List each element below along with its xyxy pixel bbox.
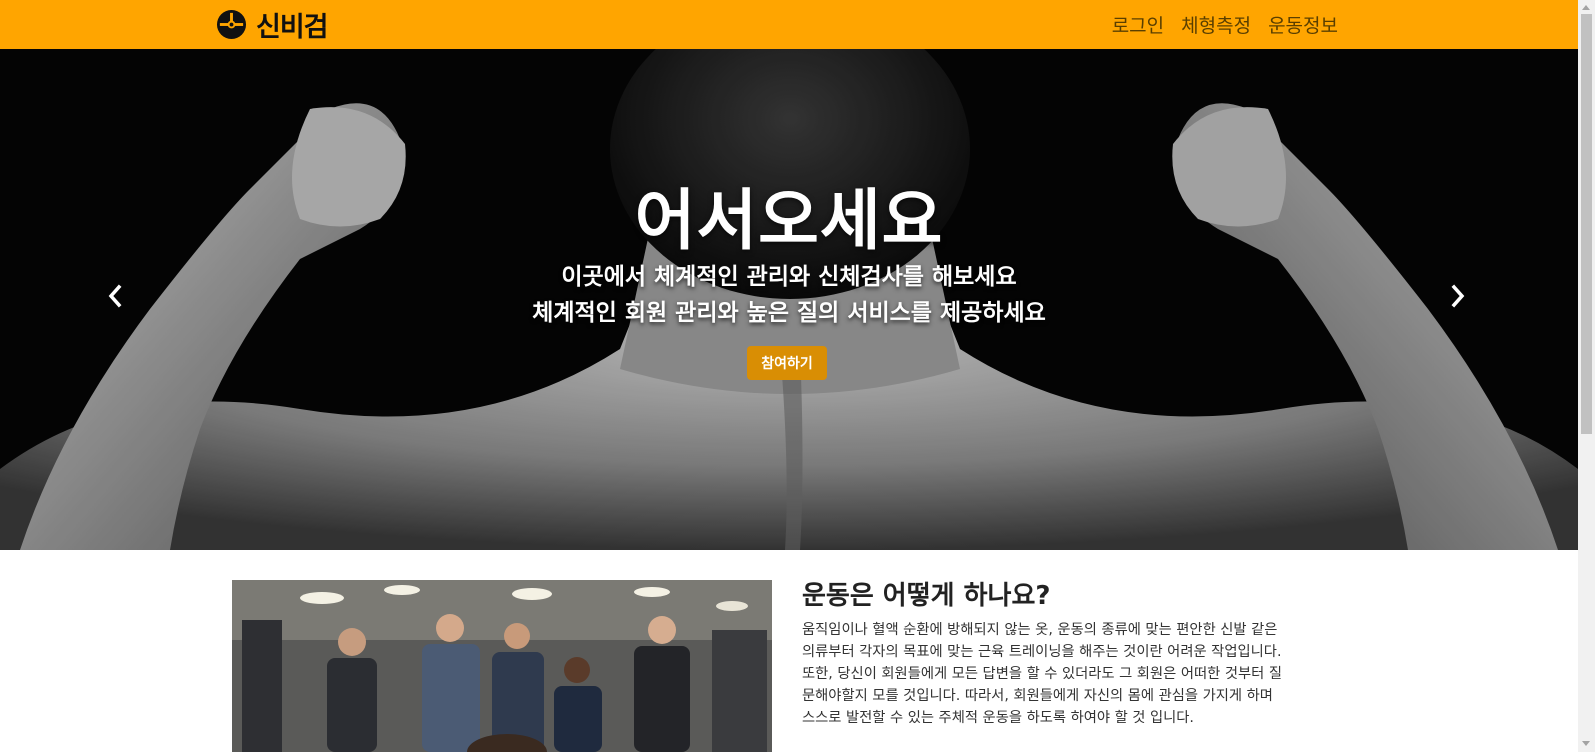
scrollbar-thumb[interactable] bbox=[1581, 14, 1592, 434]
join-button[interactable]: 참여하기 bbox=[747, 346, 827, 380]
paragraph-line: 움직임이나 혈액 순환에 방해되지 않는 옷, 운동의 종류에 맞는 편안한 신… bbox=[802, 622, 1278, 638]
section-title: 운동은 어떻게 하나요? bbox=[802, 581, 1051, 611]
brand-logo-icon bbox=[216, 9, 247, 39]
chevron-right-icon bbox=[1451, 284, 1465, 308]
paragraph-line: 의류부터 각자의 목표에 맞는 근육 트레이닝을 해주는 것이란 어려운 작업입… bbox=[802, 644, 1282, 660]
nav-link-login[interactable]: 로그인 bbox=[1112, 11, 1164, 38]
scroll-up-icon[interactable] bbox=[1582, 5, 1590, 10]
chevron-left-icon bbox=[108, 284, 122, 308]
training-photo bbox=[232, 580, 772, 752]
nav-link-exercise-info[interactable]: 운동정보 bbox=[1268, 11, 1338, 38]
page-scrollbar[interactable] bbox=[1578, 0, 1595, 752]
brand-home-link[interactable]: 신비검 bbox=[216, 8, 329, 43]
carousel-next-button[interactable] bbox=[1443, 281, 1473, 311]
hero-carousel: 어서오세요 이곳에서 체계적인 관리와 신체검사를 해보세요 체계적인 회원 관… bbox=[0, 49, 1578, 550]
nav-link-body-measure[interactable]: 체형측정 bbox=[1181, 11, 1251, 38]
paragraph-line: 문해야할지 모를 것입니다. 따라서, 회원들에게 자신의 몸에 관심을 가지게… bbox=[802, 688, 1273, 704]
hero-title: 어서오세요 bbox=[634, 182, 944, 259]
hero-subtitle-line1: 이곳에서 체계적인 관리와 신체검사를 해보세요 bbox=[561, 264, 1017, 290]
top-navbar: 신비검 로그인 체형측정 운동정보 bbox=[0, 0, 1578, 49]
scroll-down-icon[interactable] bbox=[1582, 741, 1590, 746]
hero-subtitle-line2: 체계적인 회원 관리와 높은 질의 서비스를 제공하세요 bbox=[532, 300, 1046, 326]
nav-links: 로그인 체형측정 운동정보 bbox=[1112, 0, 1338, 49]
hero-caption: 어서오세요 이곳에서 체계적인 관리와 신체검사를 해보세요 체계적인 회원 관… bbox=[0, 49, 1578, 550]
section-paragraph: 움직임이나 혈액 순환에 방해되지 않는 옷, 운동의 종류에 맞는 편안한 신… bbox=[802, 619, 1342, 729]
paragraph-line: 스스로 발전할 수 있는 주체적 운동을 하도록 하여야 할 것 입니다. bbox=[802, 710, 1194, 726]
paragraph-line: 또한, 당신이 회원들에게 모든 답변을 할 수 있더라도 그 회원은 어떠한 … bbox=[802, 666, 1282, 682]
carousel-prev-button[interactable] bbox=[100, 281, 130, 311]
brand-name: 신비검 bbox=[256, 11, 329, 43]
